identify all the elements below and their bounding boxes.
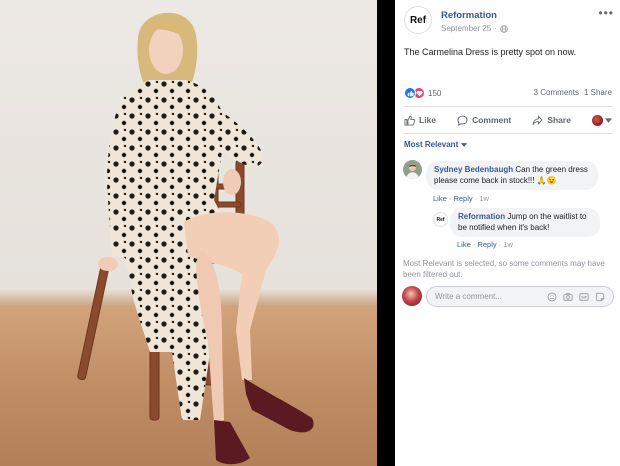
comment: Sydney Bedenbaugh Can the green dress pl… — [403, 160, 613, 206]
comment-time[interactable]: 1w — [479, 194, 489, 203]
comment-reply-link[interactable]: Reply — [453, 194, 472, 203]
comment-button-label: Comment — [472, 115, 512, 125]
share-icon — [532, 114, 544, 125]
separator: · — [498, 240, 502, 249]
separator: · — [448, 194, 452, 203]
globe-icon — [500, 24, 508, 33]
divider — [404, 133, 612, 134]
comments-count-link[interactable]: 3 Comments — [534, 88, 579, 97]
post-header: Ref Reformation September 25 · ••• — [404, 6, 614, 38]
post-text: The Carmelina Dress is pretty spot on no… — [404, 47, 577, 57]
page-avatar[interactable]: Ref — [404, 6, 432, 34]
emoji-icon[interactable] — [546, 291, 557, 302]
like-reaction-icon — [404, 87, 416, 99]
avatar — [402, 286, 422, 306]
filter-notice: Most Relevant is selected, so some comme… — [403, 259, 605, 279]
comment-author-link[interactable]: Reformation — [458, 212, 505, 221]
comment-bubble: Sydney Bedenbaugh Can the green dress pl… — [426, 161, 598, 190]
page-name-link[interactable]: Reformation — [441, 10, 497, 21]
reactions-summary[interactable]: 150 — [404, 87, 441, 99]
comment-sort-label: Most Relevant — [404, 140, 459, 149]
page-avatar-text: Ref — [409, 14, 427, 26]
gif-icon[interactable]: GIF — [578, 291, 589, 302]
stats-right: 3 Comments 1 Share — [534, 88, 612, 97]
svg-text:GIF: GIF — [581, 295, 587, 299]
thumbs-up-icon — [404, 115, 415, 126]
caret-down-icon — [604, 117, 612, 123]
avatar — [591, 114, 603, 126]
commenter-avatar[interactable] — [403, 160, 422, 179]
like-button-label: Like — [419, 115, 437, 125]
divider — [404, 106, 612, 107]
photo-scene — [77, 12, 314, 465]
comment-composer: Write a comment... GIF — [402, 286, 614, 308]
post-date[interactable]: September 25 — [441, 24, 491, 33]
comment-like-link[interactable]: Like — [433, 194, 447, 203]
more-options-button[interactable]: ••• — [598, 6, 614, 20]
comment-actions: Like · Reply · 1w — [433, 194, 489, 203]
page-avatar-small[interactable]: Ref — [433, 212, 448, 227]
reaction-count: 150 — [428, 88, 442, 98]
viewer-gutter — [377, 0, 395, 466]
camera-icon[interactable] — [562, 291, 573, 302]
comment-input-placeholder: Write a comment... — [435, 292, 502, 301]
comment-button[interactable]: Comment — [457, 115, 511, 126]
post-meta: September 25 · — [441, 24, 508, 33]
comment-actions: Like · Reply · 1w — [457, 240, 513, 249]
comment-like-link[interactable]: Like — [457, 240, 471, 249]
comment-bubble: Reformation Jump on the waitlist to be n… — [450, 208, 600, 237]
post-action-bar: Like Comment Share — [404, 110, 612, 130]
comment-icon — [457, 115, 468, 126]
like-button[interactable]: Like — [404, 115, 436, 126]
comment-reply: Ref Reformation Jump on the waitlist to … — [433, 208, 613, 252]
meta-separator: · — [494, 24, 497, 33]
post-stats: 150 3 Comments 1 Share — [404, 87, 612, 101]
composer-icons: GIF — [546, 291, 605, 302]
share-button[interactable]: Share — [532, 114, 571, 126]
page-avatar-small-text: Ref — [436, 216, 445, 223]
comment-author-link[interactable]: Sydney Bedenbaugh — [434, 165, 513, 174]
comment-time[interactable]: 1w — [503, 240, 513, 249]
post-photo[interactable] — [0, 0, 377, 466]
share-button-label: Share — [547, 115, 571, 125]
comment-input[interactable]: Write a comment... GIF — [426, 286, 614, 307]
caret-down-icon — [461, 142, 468, 147]
separator: · — [474, 194, 478, 203]
shares-count-link[interactable]: 1 Share — [584, 88, 612, 97]
react-as-selector[interactable] — [591, 114, 612, 126]
separator: · — [472, 240, 476, 249]
comment-reply-link[interactable]: Reply — [477, 240, 496, 249]
comment-sort-dropdown[interactable]: Most Relevant — [404, 140, 468, 149]
sticker-icon[interactable] — [594, 291, 605, 302]
post-side-panel: Ref Reformation September 25 · ••• The C… — [395, 0, 620, 466]
